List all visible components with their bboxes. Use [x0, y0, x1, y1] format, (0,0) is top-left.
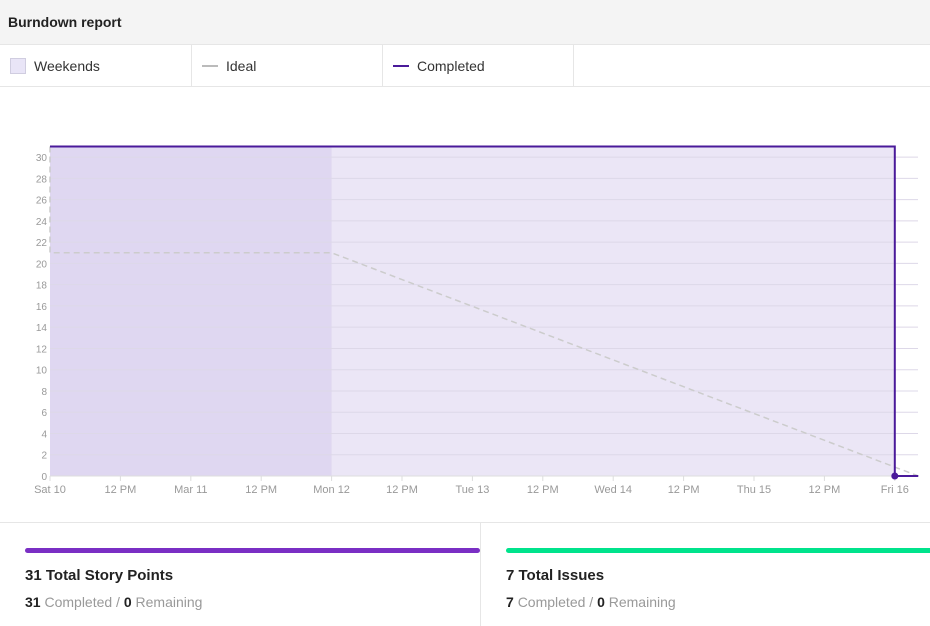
y-tick-label: 30	[36, 153, 48, 164]
burndown-chart: 024681012141618202224262830Sat 10 12 PM Ma…	[34, 145, 919, 496]
legend-weekends[interactable]: Weekends	[0, 45, 192, 86]
x-tick-label: 12 PM	[668, 484, 700, 496]
x-tick-label: Mon 12	[313, 484, 350, 496]
y-tick-label: 12	[36, 344, 48, 355]
y-tick-label: 4	[41, 429, 47, 440]
x-tick-label: Sat 10	[34, 484, 66, 496]
y-tick-label: 20	[36, 259, 48, 270]
completed-label: Completed	[517, 594, 586, 610]
page-title: Burndown report	[8, 14, 122, 30]
x-tick-label: 12 PM	[105, 484, 137, 496]
x-tick-label: Tue 13	[455, 484, 489, 496]
completed-count: 7	[506, 594, 514, 610]
legend-label: Completed	[417, 57, 485, 74]
legend-ideal[interactable]: Ideal	[192, 45, 383, 86]
remaining-label: Remaining	[135, 594, 203, 610]
x-tick-label: 12 PM	[527, 484, 559, 496]
y-tick-label: 14	[36, 323, 48, 334]
remaining-label: Remaining	[608, 594, 676, 610]
x-tick-label: Wed 14	[594, 484, 632, 496]
y-tick-label: 26	[36, 196, 48, 207]
remaining-count: 0	[597, 594, 605, 610]
stat-title: 31 Total Story Points	[25, 567, 174, 584]
x-tick-label: Thu 15	[737, 484, 771, 496]
y-tick-label: 28	[36, 174, 48, 185]
legend-label: Ideal	[226, 57, 257, 74]
chart-legend: Weekends Ideal Completed	[0, 45, 930, 87]
issues-stat: 7 Total Issues 7 Completed / 0 Remaining	[480, 523, 930, 626]
y-tick-label: 16	[36, 302, 48, 313]
completed-line-icon	[393, 64, 409, 67]
story-points-stat: 31 Total Story Points 31 Completed / 0 R…	[0, 523, 480, 626]
y-tick-label: 6	[41, 408, 47, 419]
weekends-swatch-icon	[10, 57, 26, 74]
completed-count: 31	[25, 594, 41, 610]
x-tick-label: Fri 16	[881, 484, 909, 496]
x-tick-label: 12 PM	[809, 484, 841, 496]
y-tick-label: 0	[41, 472, 47, 483]
stats-panel: 31 Total Story Points 31 Completed / 0 R…	[0, 522, 930, 626]
weekend-band	[50, 146, 332, 476]
x-tick-label: 12 PM	[245, 484, 277, 496]
y-tick-label: 18	[36, 281, 48, 292]
y-tick-label: 10	[36, 366, 48, 377]
x-tick-label: Mar 11	[174, 484, 207, 496]
x-tick-label: 12 PM	[386, 484, 418, 496]
issues-progress-bar	[506, 548, 930, 553]
y-tick-label: 22	[36, 238, 48, 249]
remaining-count: 0	[123, 594, 132, 610]
story-points-progress-bar	[25, 548, 480, 553]
completed-point	[891, 472, 899, 480]
y-tick-label: 2	[41, 451, 47, 462]
legend-label: Weekends	[34, 57, 100, 74]
legend-completed[interactable]: Completed	[383, 45, 574, 86]
completed-label: Completed	[44, 594, 113, 610]
stat-title: 7 Total Issues	[506, 567, 605, 584]
page-header: Burndown report	[0, 0, 930, 45]
ideal-line-icon	[202, 64, 218, 67]
y-tick-label: 24	[36, 217, 48, 228]
y-tick-label: 8	[41, 387, 47, 398]
